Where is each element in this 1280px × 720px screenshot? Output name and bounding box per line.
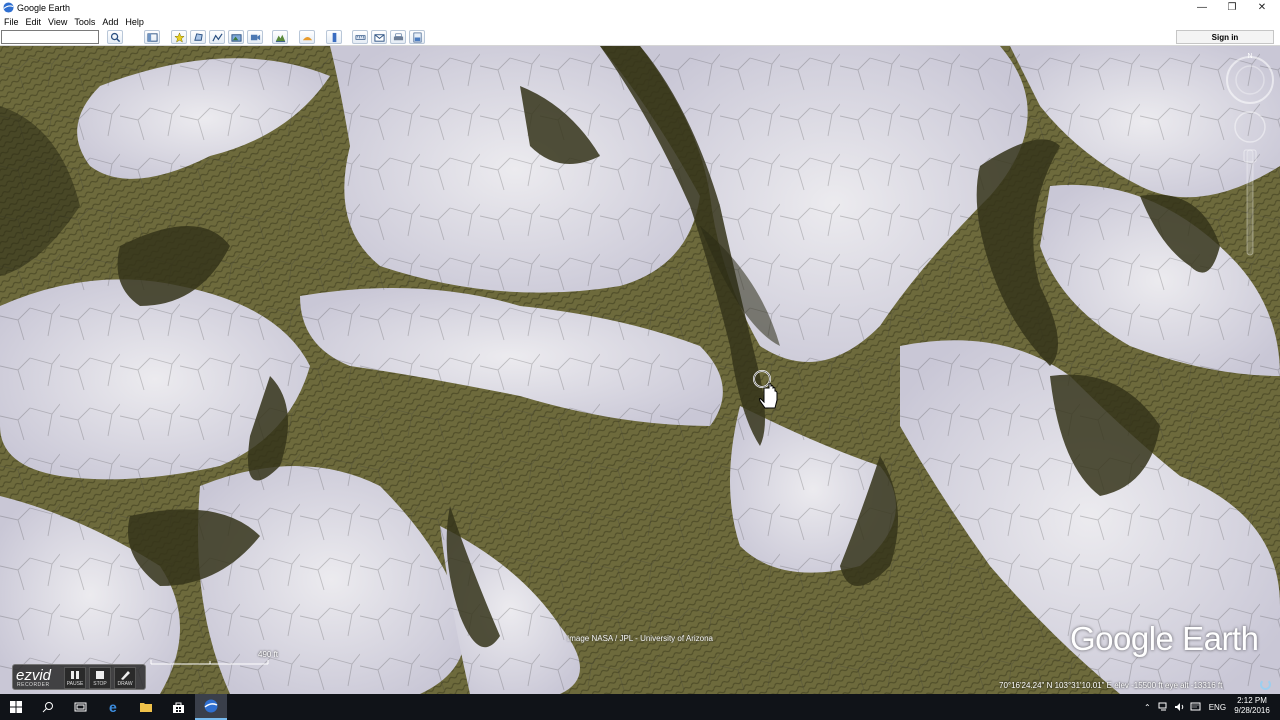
google-earth-taskbar-button[interactable] [195,694,227,720]
navigation-controls[interactable]: N [1222,50,1278,260]
sun-icon [302,36,312,40]
menu-bar: File Edit View Tools Add Help [0,15,1280,29]
planets-icon [332,32,336,42]
taskbar-search-button[interactable] [32,694,64,720]
add-path-button[interactable] [209,30,225,44]
system-tray: ⌃ ENG [1144,694,1226,720]
svg-text:e: e [109,700,117,714]
taskbar: e ⌃ ENG 2:12 PM 9/28/2016 [0,694,1280,720]
edge-icon: e [109,700,117,714]
menu-add[interactable]: Add [102,17,118,27]
show-hidden-icons-icon[interactable]: ⌃ [1144,703,1151,712]
network-icon[interactable] [1158,702,1169,712]
search-input[interactable] [1,30,99,44]
record-tour-button[interactable] [247,30,263,44]
title-bar: Google Earth — ❐ ✕ [0,0,1280,15]
save-image-button[interactable] [409,30,425,44]
search-icon [110,32,120,42]
pause-label: PAUSE [66,681,84,687]
draw-label: DRAW [117,681,133,687]
eye-altitude-readout: eye alt -13316 ft [1165,681,1223,690]
ezvid-recorder-label: RECORDER [17,682,50,688]
compass-ring[interactable] [1226,56,1274,104]
grab-hand-cursor-icon [753,370,778,409]
coordinates-readout: 70°16'24.24" N 103°31'10.01" E elev -155… [999,681,1163,690]
close-button[interactable]: ✕ [1246,0,1278,15]
loading-spinner-icon [1260,679,1271,690]
menu-view[interactable]: View [48,17,67,27]
placemark-icon [173,31,185,43]
status-bar: 70°16'24.24" N 103°31'10.01" E elev -155… [999,681,1222,690]
historical-imagery-button[interactable] [272,30,288,44]
sunlight-button[interactable] [299,30,315,44]
pause-icon [71,671,79,679]
email-button[interactable] [371,30,387,44]
clock-time: 2:12 PM [1237,696,1267,705]
draw-icon [121,671,130,680]
store-button[interactable] [162,694,194,720]
restore-button[interactable]: ❐ [1216,0,1248,15]
email-icon [373,33,385,42]
pause-button[interactable]: PAUSE [64,667,86,689]
add-polygon-button[interactable] [190,30,206,44]
ruler-icon [355,34,365,40]
windows-icon [10,701,22,713]
stop-button[interactable]: STOP [89,667,111,689]
minimize-button[interactable]: — [1186,0,1218,15]
stop-icon [96,671,104,679]
store-icon [172,702,184,713]
sign-in-button[interactable]: Sign in [1176,30,1274,44]
start-button[interactable] [0,694,32,720]
map-view[interactable]: N Image NASA / JPL - University of Arizo… [0,46,1280,694]
sidebar-toggle-button[interactable] [144,30,160,44]
search-icon [42,702,53,713]
historical-imagery-icon [275,34,285,42]
compass-north-label: N [1247,53,1252,60]
save-image-icon [413,32,421,42]
print-icon [393,33,403,40]
task-view-button[interactable] [64,694,96,720]
google-earth-app-icon [3,2,14,13]
menu-edit[interactable]: Edit [26,17,42,27]
add-overlay-button[interactable] [228,30,244,44]
menu-file[interactable]: File [4,17,19,27]
menu-help[interactable]: Help [125,17,144,27]
polygon-icon [193,32,203,41]
path-icon [211,33,223,41]
scale-label: 490 ft [258,650,279,659]
edge-browser-button[interactable]: e [98,694,130,720]
task-view-icon [74,702,86,712]
toolbar: Sign in [0,29,1280,46]
menu-tools[interactable]: Tools [74,17,95,27]
stop-label: STOP [93,681,107,687]
dune-terrain-imagery [0,46,1280,694]
overlay-icon [230,33,242,42]
sidebar-icon [146,32,158,42]
folder-icon [140,703,152,712]
ezvid-recorder-panel: ezvid RECORDER PAUSE STOP DRAW [12,664,146,690]
search-button[interactable] [107,30,123,44]
google-earth-logo: Google Earth [1070,620,1259,657]
ruler-button[interactable] [352,30,368,44]
scale-bar [150,660,269,665]
print-button[interactable] [390,30,406,44]
file-explorer-button[interactable] [130,694,162,720]
taskbar-clock[interactable]: 2:12 PM 9/28/2016 [1232,696,1272,716]
draw-button[interactable]: DRAW [114,667,136,689]
language-indicator[interactable]: ENG [1209,703,1226,712]
record-tour-icon [250,34,260,40]
planets-button[interactable] [326,30,342,44]
notification-icon[interactable] [1190,702,1201,712]
add-placemark-button[interactable] [171,30,187,44]
volume-icon[interactable] [1174,702,1185,712]
window-title: Google Earth [17,2,71,13]
google-earth-icon [204,699,218,713]
clock-date: 9/28/2016 [1234,706,1270,715]
look-joystick[interactable] [1234,111,1266,143]
zoom-slider[interactable] [1246,149,1254,256]
